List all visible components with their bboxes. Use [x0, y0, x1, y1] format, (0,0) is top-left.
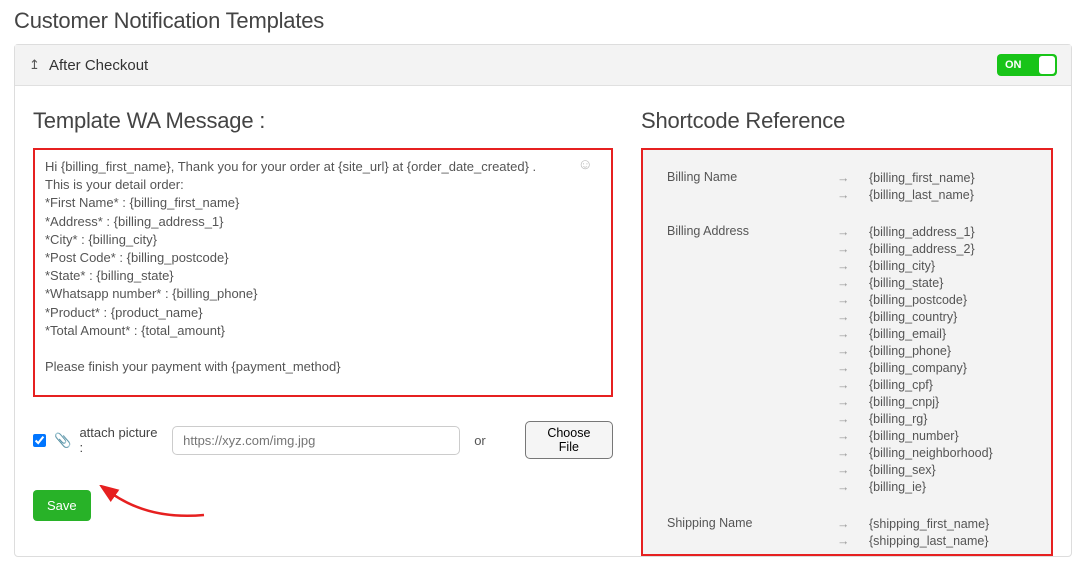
reference-line: → {billing_cpf} — [837, 377, 1027, 394]
reference-line: → {billing_phone} — [837, 343, 1027, 360]
message-textarea[interactable] — [35, 150, 611, 390]
reference-line: → {billing_address_2} — [837, 241, 1027, 258]
shortcode-value: {billing_neighborhood} — [869, 445, 993, 462]
reference-group-label: Billing Name — [667, 170, 837, 204]
shortcode-value: {billing_first_name} — [869, 170, 975, 187]
reference-line: → {billing_country} — [837, 309, 1027, 326]
reference-line: → {billing_ie} — [837, 479, 1027, 496]
arrow-right-icon: → — [837, 479, 847, 496]
arrow-right-icon: → — [837, 428, 847, 445]
toggle-knob — [1039, 56, 1055, 74]
shortcode-value: {billing_email} — [869, 326, 946, 343]
reference-group: Shipping Name→ {shipping_first_name} → {shi… — [667, 516, 1027, 550]
shortcode-value: {billing_ie} — [869, 479, 926, 496]
reference-group: Billing Name→ {billing_first_name} → {billi… — [667, 170, 1027, 204]
shortcode-value: {billing_company} — [869, 360, 967, 377]
reference-line: → {billing_first_name} — [837, 170, 1027, 187]
reference-line: → {billing_postcode} — [837, 292, 1027, 309]
arrow-right-icon: → — [837, 292, 847, 309]
shortcode-value: {billing_rg} — [869, 411, 927, 428]
arrow-right-icon: → — [837, 462, 847, 479]
arrow-right-icon: → — [837, 411, 847, 428]
reference-line: → {billing_cnpj} — [837, 394, 1027, 411]
arrow-right-icon: → — [837, 445, 847, 462]
arrow-right-icon: → — [837, 360, 847, 377]
arrow-right-icon: → — [837, 377, 847, 394]
shortcode-reference-box: Billing Name→{billing_first_name}→{billi… — [641, 148, 1053, 556]
reference-codes: → {shipping_first_name} → {shipping_last_na… — [837, 516, 1027, 550]
reference-line: → {billing_last_name} — [837, 187, 1027, 204]
shortcode-value: {shipping_last_name} — [869, 533, 989, 550]
reference-codes: → {billing_first_name} → {billing_last_name… — [837, 170, 1027, 204]
shortcode-value: {billing_phone} — [869, 343, 951, 360]
arrow-right-icon: → — [837, 187, 847, 204]
arrow-right-icon: → — [837, 170, 847, 187]
toggle-on[interactable]: ON — [997, 54, 1057, 76]
accordion-header[interactable]: ↥ After Checkout ON — [15, 45, 1071, 86]
reference-line: → {billing_email} — [837, 326, 1027, 343]
arrow-right-icon: → — [837, 241, 847, 258]
picture-url-input[interactable] — [172, 426, 460, 455]
shortcode-value: {billing_city} — [869, 258, 935, 275]
reference-codes: → {billing_address_1} → {billing_address_2}… — [837, 224, 1027, 496]
shortcode-value: {billing_cnpj} — [869, 394, 939, 411]
shortcode-value: {shipping_first_name} — [869, 516, 989, 533]
arrow-right-icon: → — [837, 516, 847, 533]
toggle-label: ON — [1005, 59, 1022, 71]
shortcode-value: {billing_number} — [869, 428, 959, 445]
choose-file-button[interactable]: Choose File — [525, 421, 613, 459]
shortcode-value: {billing_sex} — [869, 462, 936, 479]
arrow-right-icon: → — [837, 326, 847, 343]
reference-line: → {billing_neighborhood} — [837, 445, 1027, 462]
message-editor-container: ☺ — [33, 148, 613, 397]
reference-group-label: Billing Address — [667, 224, 837, 496]
reference-line: → {shipping_last_name} — [837, 533, 1027, 550]
reference-line: → {billing_company} — [837, 360, 1027, 377]
chevron-up-icon: ↥ — [29, 57, 41, 73]
reference-line: → {billing_rg} — [837, 411, 1027, 428]
reference-line: → {billing_city} — [837, 258, 1027, 275]
emoji-icon[interactable]: ☺ — [578, 156, 593, 173]
arrow-right-icon: → — [837, 394, 847, 411]
attach-label: attach picture : — [79, 425, 164, 455]
arrow-right-icon: → — [837, 275, 847, 292]
arrow-right-icon: → — [837, 258, 847, 275]
reference-line: → {billing_number} — [837, 428, 1027, 445]
reference-line: → {billing_state} — [837, 275, 1027, 292]
attach-checkbox[interactable] — [33, 434, 46, 447]
accordion-after-checkout: ↥ After Checkout ON Template WA Message … — [14, 44, 1072, 557]
paperclip-icon: 📎 — [54, 432, 71, 449]
arrow-right-icon: → — [837, 224, 847, 241]
save-button[interactable]: Save — [33, 490, 91, 521]
or-label: or — [468, 433, 492, 448]
template-section-title: Template WA Message : — [33, 108, 613, 134]
accordion-title: After Checkout — [49, 57, 148, 74]
shortcode-value: {billing_state} — [869, 275, 943, 292]
shortcode-value: {billing_address_2} — [869, 241, 975, 258]
reference-section-title: Shortcode Reference — [641, 108, 1053, 134]
shortcode-value: {billing_cpf} — [869, 377, 933, 394]
reference-line: → {billing_address_1} — [837, 224, 1027, 241]
shortcode-value: {billing_country} — [869, 309, 957, 326]
arrow-right-icon: → — [837, 309, 847, 326]
shortcode-value: {billing_postcode} — [869, 292, 967, 309]
page-title: Customer Notification Templates — [14, 8, 1072, 34]
arrow-right-icon: → — [837, 533, 847, 550]
reference-line: → {billing_sex} — [837, 462, 1027, 479]
annotation-arrow-icon — [99, 485, 209, 525]
shortcode-value: {billing_last_name} — [869, 187, 974, 204]
reference-line: → {shipping_first_name} — [837, 516, 1027, 533]
arrow-right-icon: → — [837, 343, 847, 360]
reference-group-label: Shipping Name — [667, 516, 837, 550]
reference-group: Billing Address→ {billing_address_1} → {bil… — [667, 224, 1027, 496]
shortcode-value: {billing_address_1} — [869, 224, 975, 241]
